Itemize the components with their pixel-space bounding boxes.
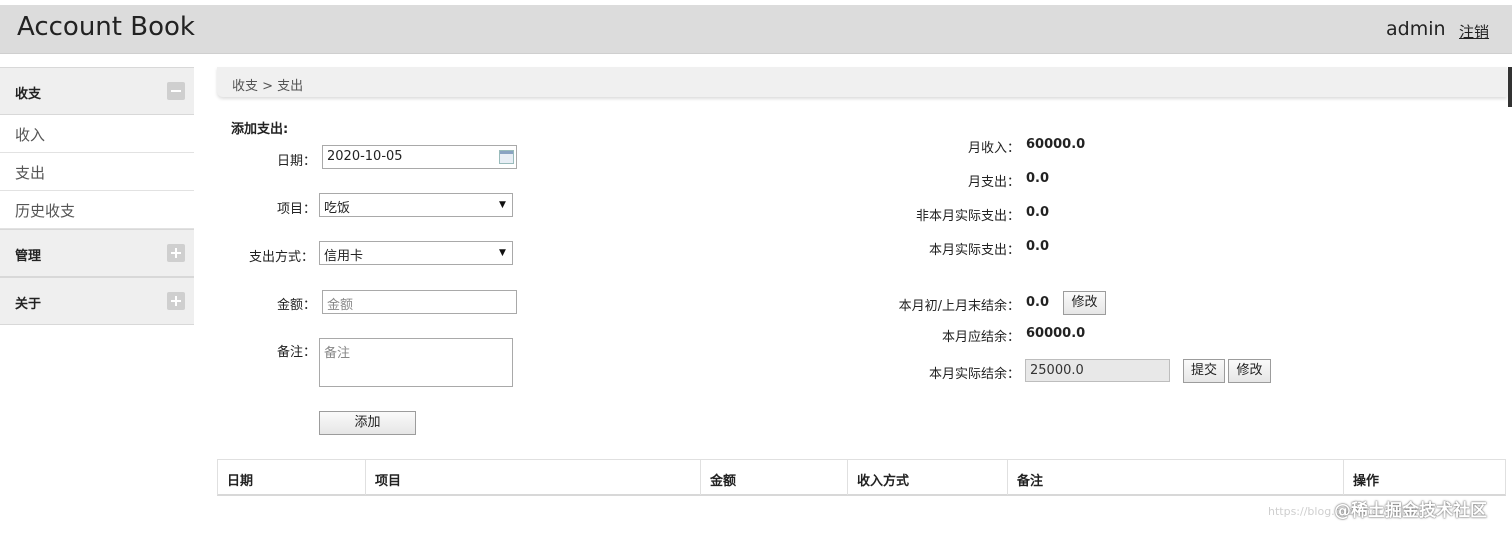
column-header-note: 备注 (1008, 460, 1344, 495)
non-month-actual-expense-label: 非本月实际支出： (915, 209, 1020, 224)
records-table: 日期 项目 金额 收入方式 备注 操作 (217, 459, 1506, 496)
non-month-actual-expense-value: 0.0 (1026, 205, 1050, 220)
note-textarea[interactable]: 备注 (319, 338, 513, 387)
sidebar-item-label: 历史收支 (15, 202, 76, 220)
sidebar-item-label: 支出 (15, 164, 46, 182)
payment-method-value: 信用卡 (324, 249, 364, 264)
expand-icon[interactable] (167, 244, 185, 262)
column-header-label: 备注 (1017, 474, 1044, 489)
collapse-icon[interactable] (167, 82, 185, 100)
column-header-item: 项目 (366, 460, 701, 495)
modify-opening-button[interactable]: 修改 (1063, 291, 1106, 315)
form-title: 添加支出: (231, 122, 289, 137)
add-button[interactable]: 添加 (319, 411, 416, 435)
calendar-icon[interactable] (499, 150, 514, 164)
month-income-label: 月收入： (967, 141, 1020, 156)
item-label: 项目： (277, 202, 317, 217)
month-actual-expense-value: 0.0 (1026, 239, 1050, 254)
column-header-date: 日期 (218, 460, 366, 495)
app-title: Account Book (17, 12, 195, 42)
sidebar-item-label: 收入 (15, 126, 46, 144)
sidebar-group-manage[interactable]: 管理 (0, 229, 194, 277)
column-header-label: 收入方式 (857, 474, 910, 489)
expand-icon[interactable] (167, 292, 185, 310)
amount-label: 金额： (277, 298, 317, 313)
column-header-method: 收入方式 (848, 460, 1008, 495)
chevron-down-icon: ▼ (499, 200, 506, 210)
date-label: 日期： (277, 154, 317, 169)
sidebar-group-income-expense[interactable]: 收支 (0, 67, 194, 115)
breadcrumb-text: 收支 > 支出 (232, 79, 304, 94)
item-select[interactable]: 吃饭 (319, 193, 513, 217)
payment-method-select[interactable]: 信用卡 (319, 241, 513, 265)
modify-actual-button[interactable]: 修改 (1228, 359, 1271, 383)
breadcrumb: 收支 > 支出 (217, 67, 1507, 97)
opening-balance-label: 本月初/上月末结余： (898, 299, 1020, 314)
note-label: 备注： (277, 345, 317, 360)
logout-link[interactable]: 注销 (1459, 21, 1489, 42)
current-user: admin (1386, 18, 1446, 40)
date-input[interactable]: 2020-10-05 (322, 145, 517, 169)
sidebar-item-expense[interactable]: 支出 (0, 153, 194, 191)
item-select-value: 吃饭 (324, 201, 351, 216)
column-header-label: 项目 (375, 474, 402, 489)
column-header-label: 日期 (227, 474, 254, 489)
payment-method-label: 支出方式： (249, 250, 315, 265)
actual-balance-label: 本月实际结余： (928, 367, 1020, 382)
expected-balance-label: 本月应结余： (941, 330, 1020, 345)
month-income-value: 60000.0 (1026, 137, 1086, 152)
actual-balance-input[interactable]: 25000.0 (1025, 359, 1170, 382)
opening-balance-value: 0.0 (1026, 295, 1050, 310)
month-expense-label: 月支出： (967, 175, 1020, 190)
month-expense-value: 0.0 (1026, 171, 1050, 186)
column-header-actions: 操作 (1344, 460, 1505, 495)
expected-balance-value: 60000.0 (1026, 326, 1086, 341)
column-header-label: 操作 (1353, 474, 1380, 489)
submit-button[interactable]: 提交 (1183, 359, 1225, 383)
sidebar-group-label: 收支 (15, 87, 42, 102)
sidebar-item-history[interactable]: 历史收支 (0, 191, 194, 229)
column-header-amount: 金额 (701, 460, 848, 495)
scrollbar[interactable] (1508, 67, 1512, 107)
sidebar: 收支 收入 支出 历史收支 管理 关于 (0, 67, 194, 325)
sidebar-group-label: 管理 (15, 249, 42, 264)
watermark-brand: @稀土掘金技术社区 (1334, 501, 1487, 521)
chevron-down-icon: ▼ (499, 248, 506, 258)
sidebar-group-about[interactable]: 关于 (0, 277, 194, 325)
amount-input[interactable]: 金额 (322, 290, 517, 314)
note-placeholder: 备注 (324, 346, 351, 361)
amount-placeholder: 金额 (327, 298, 354, 313)
month-actual-expense-label: 本月实际支出： (928, 243, 1020, 258)
column-header-label: 金额 (710, 474, 737, 489)
app-header: Account Book admin 注销 (0, 5, 1512, 54)
sidebar-group-label: 关于 (15, 297, 42, 312)
sidebar-item-income[interactable]: 收入 (0, 115, 194, 153)
